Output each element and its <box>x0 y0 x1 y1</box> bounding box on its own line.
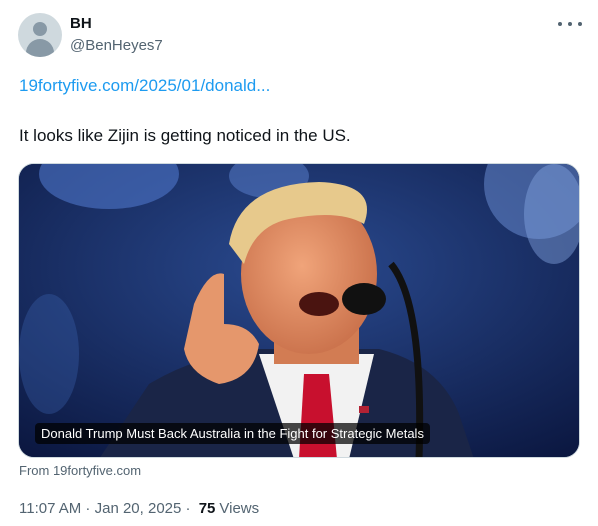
views-label[interactable]: Views <box>219 500 259 517</box>
card-title: Donald Trump Must Back Australia in the … <box>35 423 430 444</box>
tweet-date[interactable]: Jan 20, 2025 <box>95 500 182 517</box>
tweet-link[interactable]: 19fortyfive.com/2025/01/donald... <box>19 76 270 96</box>
avatar-head-shape <box>33 22 47 36</box>
tweet-time[interactable]: 11:07 AM <box>19 500 81 517</box>
link-card[interactable]: Donald Trump Must Back Australia in the … <box>18 163 580 458</box>
views-count[interactable]: 75 <box>199 500 216 517</box>
more-options-icon[interactable] <box>558 16 582 32</box>
card-image <box>19 164 579 457</box>
tweet-text: It looks like Zijin is getting noticed i… <box>19 126 351 145</box>
author-name[interactable]: BH <box>70 15 92 32</box>
tweet: BH @BenHeyes7 19fortyfive.com/2025/01/do… <box>0 0 598 526</box>
card-source[interactable]: From 19fortyfive.com <box>19 463 141 478</box>
avatar[interactable] <box>18 13 62 57</box>
avatar-body-shape <box>26 39 54 57</box>
tweet-meta: 11:07 AM · Jan 20, 2025 · 75 Views <box>19 500 259 517</box>
meta-separator: · <box>81 500 95 517</box>
author-handle[interactable]: @BenHeyes7 <box>70 37 163 54</box>
meta-separator: · <box>181 500 195 517</box>
